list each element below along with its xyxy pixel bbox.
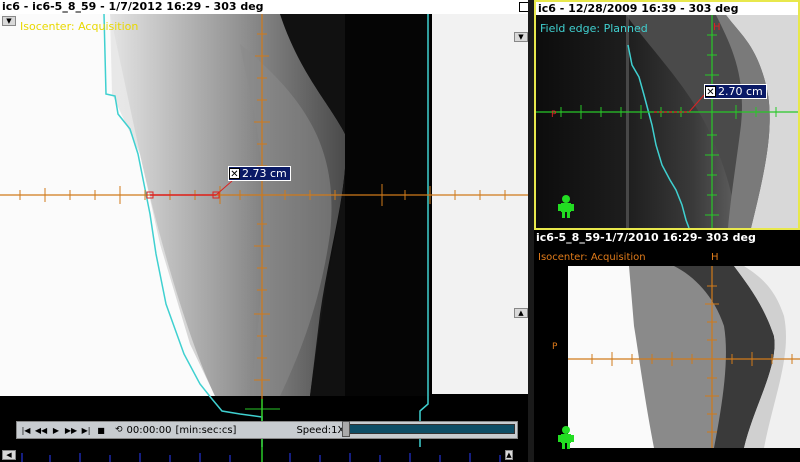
speed-label: Speed:1X [296, 424, 345, 436]
main-measurement-value: 2.73 cm [242, 167, 287, 180]
stop-icon[interactable]: ■ [95, 424, 107, 436]
fast-forward-icon[interactable]: ▶▶ [65, 424, 77, 436]
main-view-image[interactable] [0, 14, 528, 447]
top-right-axis-p: P [551, 110, 557, 120]
main-measurement-readout[interactable]: ✕ 2.73 cm [228, 166, 291, 181]
main-overlay-label: Isocenter: Acquisition [20, 20, 139, 33]
scroll-up-left-icon[interactable]: ▼ [2, 16, 16, 26]
scroll-up-right-icon[interactable]: ▼ [514, 32, 528, 42]
time-unit: [min:sec:cs] [175, 424, 237, 436]
bottom-right-axis-p: P [552, 342, 558, 352]
playback-slider-track[interactable] [345, 424, 515, 434]
skip-start-icon[interactable]: |◀ [20, 424, 32, 436]
top-right-measurement-value: 2.70 cm [718, 85, 763, 98]
bottom-right-view-title: ic6-5_8_59-1/7/2010 16:29- 303 deg [534, 230, 800, 246]
top-right-view-image[interactable] [536, 15, 798, 228]
main-view-panel[interactable]: ic6 - ic6-5_8_59 - 1/7/2012 16:29 - 303 … [0, 0, 528, 462]
main-view-title: ic6 - ic6-5_8_59 - 1/7/2012 16:29 - 303 … [0, 0, 528, 14]
maximize-icon[interactable] [519, 2, 528, 12]
top-right-axis-h: H [713, 22, 721, 33]
rewind-icon[interactable]: ◀◀ [35, 424, 47, 436]
top-right-overlay-label: Field edge: Planned [540, 22, 648, 35]
bottom-right-overlay-label: Isocenter: Acquisition [538, 252, 646, 263]
loop-icon[interactable]: ⟲ [115, 425, 123, 435]
bottom-right-view-image[interactable] [534, 246, 800, 462]
top-right-view-panel[interactable]: ic6 - 12/28/2009 16:39 - 303 deg Field e… [534, 0, 800, 230]
playback-slider-thumb[interactable] [342, 421, 350, 437]
bottom-right-view-panel[interactable]: ic6-5_8_59-1/7/2010 16:29- 303 deg Isoce… [534, 230, 800, 462]
bottom-right-axis-h: H [711, 252, 719, 263]
close-icon[interactable]: ✕ [229, 168, 240, 180]
scroll-mid-right-icon[interactable]: ▲ [514, 308, 528, 318]
skip-end-icon[interactable]: ▶| [80, 424, 92, 436]
timeline-marker-icon[interactable]: ▲ [505, 450, 513, 460]
timeline-bar[interactable] [0, 447, 528, 462]
timeline-left-icon[interactable]: ◀ [2, 450, 16, 460]
top-right-measurement-readout[interactable]: ✕ 2.70 cm [704, 84, 767, 99]
time-display: ⟲ 00:00:00 [min:sec:cs] [115, 425, 236, 436]
time-value: 00:00:00 [126, 424, 172, 436]
top-right-view-title: ic6 - 12/28/2009 16:39 - 303 deg [536, 2, 798, 15]
close-icon[interactable]: ✕ [705, 86, 716, 98]
play-icon[interactable]: ▶ [50, 424, 62, 436]
